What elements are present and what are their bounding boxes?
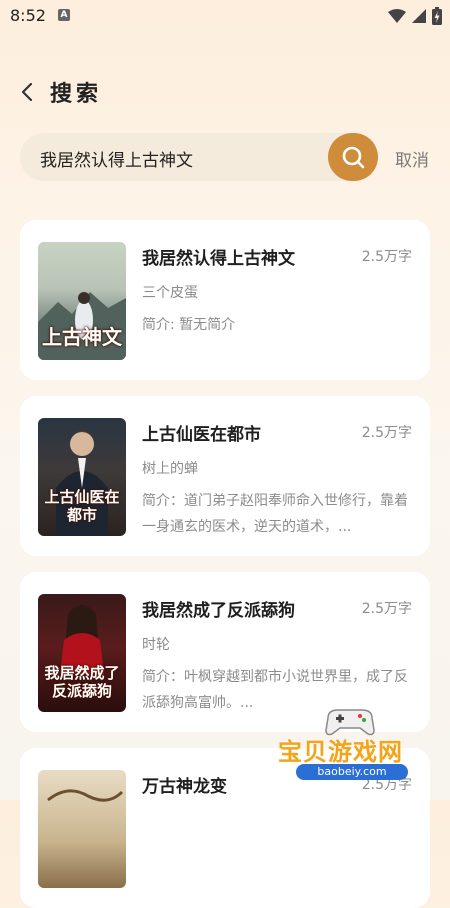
book-intro: 简介: 暂无简介 <box>142 317 236 333</box>
search-button[interactable] <box>328 133 378 181</box>
book-title: 我居然成了反派舔狗 <box>142 601 295 621</box>
cover-title: 上古仙医在都市 <box>44 488 120 524</box>
word-count: 2.5万字 <box>361 249 412 265</box>
search-input[interactable]: 我居然认得上古神文 <box>40 146 193 171</box>
status-time: 8:52 <box>10 6 46 25</box>
word-count: 2.5万字 <box>361 425 412 441</box>
result-card[interactable]: 上古仙医在都市 上古仙医在都市 2.5万字 树上的蝉 简介：道门弟子赵阳奉师命入… <box>20 396 430 556</box>
book-intro: 简介：道门弟子赵阳奉师命入世修行，靠着一身通玄的医术，逆天的道术，... <box>142 493 408 535</box>
book-title: 我居然认得上古神文 <box>142 249 295 269</box>
header: 搜索 <box>0 70 450 116</box>
battery-icon <box>432 7 442 25</box>
watermark-text: 宝贝游戏网 <box>278 738 403 766</box>
book-title: 上古仙医在都市 <box>142 425 261 445</box>
status-icons <box>388 7 442 25</box>
book-cover <box>38 770 126 888</box>
book-title: 万古神龙变 <box>142 777 227 797</box>
search-icon <box>342 146 365 169</box>
wifi-icon <box>388 9 406 23</box>
search-bar: 我居然认得上古神文 <box>20 133 378 181</box>
book-author: 时轮 <box>142 637 170 653</box>
book-cover: 上古神文 <box>38 242 126 360</box>
status-bar: 8:52 A <box>0 0 450 32</box>
book-author: 树上的蝉 <box>142 461 198 477</box>
cover-art <box>47 789 124 802</box>
cancel-button[interactable]: 取消 <box>395 146 429 171</box>
watermark: 宝贝游戏网 baobeiy.com <box>270 702 440 800</box>
watermark-url: baobeiy.com <box>296 764 408 780</box>
cell-signal-icon <box>412 9 426 23</box>
back-button[interactable] <box>16 78 40 106</box>
cover-title: 我居然成了反派舔狗 <box>44 664 120 700</box>
word-count: 2.5万字 <box>361 601 412 617</box>
chevron-left-icon <box>21 82 33 102</box>
result-card[interactable]: 上古神文 我居然认得上古神文 2.5万字 三个皮蛋 简介: 暂无简介 <box>20 220 430 380</box>
notification-icon: A <box>58 9 70 21</box>
book-cover: 我居然成了反派舔狗 <box>38 594 126 712</box>
book-cover: 上古仙医在都市 <box>38 418 126 536</box>
book-author: 三个皮蛋 <box>142 285 198 301</box>
page-title: 搜索 <box>50 82 103 107</box>
cover-title: 上古神文 <box>42 325 122 349</box>
